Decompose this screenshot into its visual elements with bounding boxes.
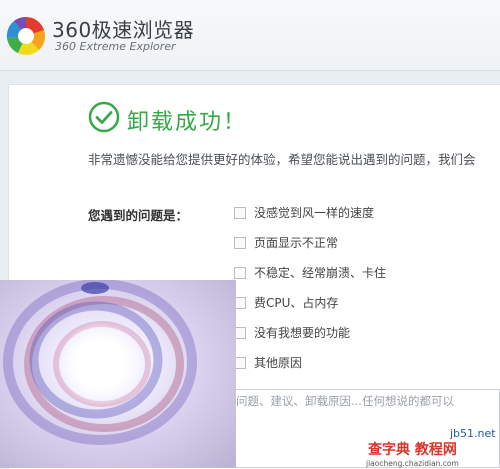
apology-message: 非常遗憾没能给您提供更好的体验，希望您能说出遇到的问题，我们会	[88, 152, 476, 167]
option-display[interactable]: 页面显示不正常	[234, 234, 386, 264]
svg-text:jiaocheng.chazidian.com: jiaocheng.chazidian.com	[365, 459, 459, 468]
option-unstable[interactable]: 不稳定、经常崩溃、卡住	[234, 264, 386, 294]
app-header: 360极速浏览器 360 Extreme Explorer	[0, 0, 500, 71]
success-title: 卸载成功！	[127, 110, 248, 135]
svg-text:jb51.net: jb51.net	[449, 427, 496, 440]
checkbox[interactable]	[234, 237, 246, 249]
option-other[interactable]: 其他原因	[234, 354, 386, 384]
brand-title: 360极速浏览器	[52, 18, 195, 42]
option-resources[interactable]: 费CPU、占内存	[234, 294, 386, 324]
svg-text:查字典 教程网: 查字典 教程网	[368, 441, 457, 458]
option-label: 没有我想要的功能	[254, 326, 351, 340]
reason-options: 没感觉到风一样的速度 页面显示不正常 不稳定、经常崩溃、卡住 费CPU、占内存 …	[234, 204, 386, 384]
option-missing-feature[interactable]: 没有我想要的功能	[234, 324, 386, 354]
option-label: 不稳定、经常崩溃、卡住	[254, 266, 387, 280]
question-label: 您遇到的问题是：	[88, 208, 189, 223]
brand-subtitle: 360 Extreme Explorer	[55, 40, 176, 53]
watermark-logo: jb51.net 查字典 教程网 jiaocheng.chazidian.com	[365, 427, 498, 468]
checkbox[interactable]	[234, 207, 246, 219]
option-label: 没感觉到风一样的速度	[254, 206, 375, 220]
success-check-icon	[88, 101, 120, 133]
feedback-placeholder: 问题、建议、卸载原因...任何想说的都可以	[236, 394, 454, 408]
option-label: 其他原因	[254, 356, 303, 370]
option-label: 页面显示不正常	[254, 236, 339, 250]
option-speed[interactable]: 没感觉到风一样的速度	[234, 204, 386, 234]
browser-logo-icon	[6, 16, 46, 55]
swirl-overlay-image	[0, 280, 236, 468]
checkbox[interactable]	[234, 267, 246, 279]
option-label: 费CPU、占内存	[254, 296, 339, 310]
